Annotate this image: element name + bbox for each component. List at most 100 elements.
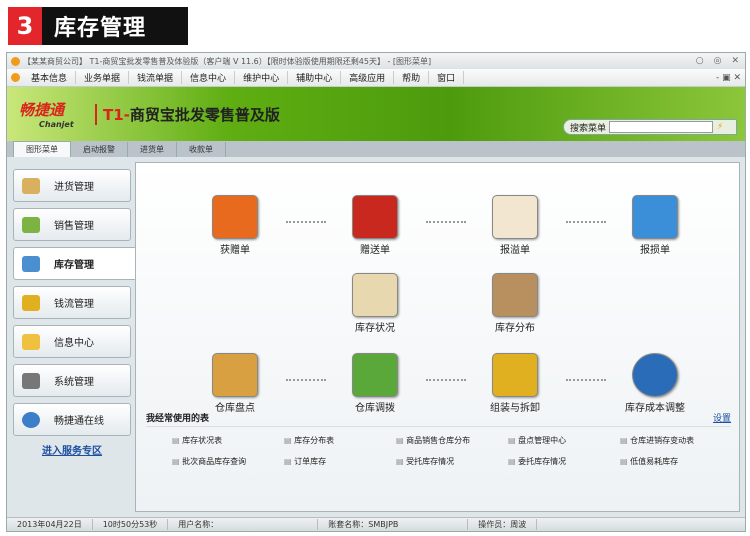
flow-transfer[interactable]: 仓库调拨 [335, 353, 415, 414]
basket-icon [22, 216, 40, 233]
flow-gift-sent[interactable]: 赠送单 [335, 195, 415, 256]
node-label: 赠送单 [360, 245, 390, 256]
status-user: 用户名称： [168, 519, 319, 530]
fav-item[interactable]: 仓库进销存变动表 [620, 435, 732, 446]
inventory-icon [22, 255, 40, 272]
sidebar-label: 销售管理 [54, 221, 94, 232]
tab-alerts[interactable]: 启动报警 [71, 142, 128, 157]
node-label: 获赠单 [220, 245, 250, 256]
sidebar-item-online[interactable]: 畅捷通在线 [13, 403, 131, 436]
boxes-icon [492, 273, 538, 317]
sidebar-item-system[interactable]: 系统管理 [13, 364, 131, 397]
fav-item[interactable]: 库存分布表 [284, 435, 396, 446]
sidebar-label: 进货管理 [54, 182, 94, 193]
menu-help[interactable]: 帮助 [394, 71, 430, 84]
favorites-settings-link[interactable]: 设置 [713, 411, 731, 424]
minimize-icon[interactable]: ○ [696, 56, 704, 66]
menu-info-center[interactable]: 信息中心 [182, 71, 236, 84]
globe-icon [22, 411, 40, 428]
section-number: 3 [8, 7, 42, 45]
title-bar: 【某某商贸公司】 T1-商贸宝批发零售普及体验版（客户端 V 11.6）【限时体… [7, 53, 745, 69]
menu-basic-info[interactable]: 基本信息 [23, 71, 77, 84]
service-zone-link[interactable]: 进入服务专区 [13, 442, 131, 457]
worker-icon [212, 353, 258, 397]
tab-purchase-order[interactable]: 进货单 [128, 142, 177, 157]
flow-cost-adjust[interactable]: 库存成本调整 [615, 353, 695, 414]
connector [286, 379, 326, 381]
connector [426, 379, 466, 381]
stock-status-icon [352, 273, 398, 317]
menu-auxiliary[interactable]: 辅助中心 [288, 71, 342, 84]
favorites-title: 我经常使用的表 [146, 411, 731, 427]
flow-loss[interactable]: 报损单 [615, 195, 695, 256]
chart-down-icon [632, 195, 678, 239]
status-operator: 操作员：周波 [468, 519, 538, 530]
connector [566, 221, 606, 223]
fav-item[interactable]: 受托库存情况 [396, 456, 508, 467]
sidebar-item-purchase[interactable]: 进货管理 [13, 169, 131, 202]
window-title: 【某某商贸公司】 T1-商贸宝批发零售普及体验版（客户端 V 11.6）【限时体… [23, 56, 432, 66]
settings-icon [22, 372, 40, 389]
app-window: 【某某商贸公司】 T1-商贸宝批发零售普及体验版（客户端 V 11.6）【限时体… [6, 52, 746, 532]
cost-cycle-icon [632, 353, 678, 397]
status-bar: 2013年04月22日 10时50分53秒 用户名称： 账套名称：SMBJPB … [7, 517, 745, 531]
sidebar-label: 库存管理 [54, 260, 94, 271]
tab-graphic-menu[interactable]: 图形菜单 [13, 141, 71, 157]
close-icon[interactable]: ✕ [731, 56, 739, 66]
status-time: 10时50分53秒 [93, 519, 169, 530]
flow-assembly[interactable]: 组装与拆卸 [475, 353, 555, 414]
tab-receipt[interactable]: 收款单 [177, 142, 226, 157]
connector [286, 221, 326, 223]
menu-icon [11, 73, 20, 82]
sidebar-item-cashflow[interactable]: 钱流管理 [13, 286, 131, 319]
fav-item[interactable]: 批次商品库存查询 [172, 456, 284, 467]
sidebar-item-sales[interactable]: 销售管理 [13, 208, 131, 241]
menu-window[interactable]: 窗口 [429, 71, 465, 84]
flow-stock-status[interactable]: 库存状况 [335, 273, 415, 334]
gift-icon [352, 195, 398, 239]
fav-item[interactable]: 委托库存情况 [508, 456, 620, 467]
purchase-icon [22, 177, 40, 194]
sidebar: 进货管理 销售管理 库存管理 钱流管理 信息中心 系统管理 畅捷通在线 进入服务… [13, 169, 137, 457]
money-icon [22, 294, 40, 311]
fav-item[interactable]: 库存状况表 [172, 435, 284, 446]
app-icon [11, 56, 20, 66]
menu-bar: 基本信息 业务单据 钱流单据 信息中心 维护中心 辅助中心 高级应用 帮助 窗口… [7, 69, 745, 87]
fav-item[interactable]: 商品销售仓库分布 [396, 435, 508, 446]
tab-bar: 图形菜单 启动报警 进货单 收款单 [7, 141, 745, 157]
sidebar-label: 系统管理 [54, 377, 94, 388]
search-input[interactable] [609, 121, 714, 133]
sidebar-label: 钱流管理 [54, 299, 94, 310]
favorites: 我经常使用的表 设置 库存状况表 库存分布表 商品销售仓库分布 盘点管理中心 仓… [146, 411, 731, 467]
sidebar-label: 畅捷通在线 [54, 416, 104, 427]
sidebar-item-info-center[interactable]: 信息中心 [13, 325, 131, 358]
connector [566, 379, 606, 381]
flow-overflow[interactable]: 报溢单 [475, 195, 555, 256]
fav-item[interactable]: 低值易耗库存 [620, 456, 732, 467]
banner: 畅捷通 Chanjet T1-商贸宝批发零售普及版 搜索菜单 ⚡ [7, 87, 745, 141]
transfer-icon [352, 353, 398, 397]
node-label: 库存分布 [495, 323, 535, 334]
menu-cash-docs[interactable]: 钱流单据 [129, 71, 183, 84]
flow-stock-distribution[interactable]: 库存分布 [475, 273, 555, 334]
menu-business-docs[interactable]: 业务单据 [76, 71, 130, 84]
crane-icon [492, 353, 538, 397]
sidebar-item-inventory[interactable]: 库存管理 [13, 247, 137, 280]
menu-advanced[interactable]: 高级应用 [341, 71, 395, 84]
node-label: 报溢单 [500, 245, 530, 256]
search-label: 搜索菜单 [570, 123, 607, 134]
menu-search: 搜索菜单 ⚡ [563, 119, 737, 135]
search-go-icon[interactable]: ⚡ [717, 122, 723, 132]
node-label: 库存状况 [355, 323, 395, 334]
menu-maintenance[interactable]: 维护中心 [235, 71, 289, 84]
section-title: 库存管理 [54, 16, 147, 41]
fav-item[interactable]: 盘点管理中心 [508, 435, 620, 446]
sidebar-label: 信息中心 [54, 338, 94, 349]
maximize-icon[interactable]: ◎ [714, 56, 722, 66]
section-header: 3 库存管理 [8, 7, 188, 45]
flow-gift-received[interactable]: 获赠单 [195, 195, 275, 256]
flow-stocktake[interactable]: 仓库盘点 [195, 353, 275, 414]
mdi-controls[interactable]: - ▣ ✕ [716, 73, 745, 83]
status-account: 账套名称：SMBJPB [318, 519, 469, 530]
fav-item[interactable]: 订单库存 [284, 456, 396, 467]
